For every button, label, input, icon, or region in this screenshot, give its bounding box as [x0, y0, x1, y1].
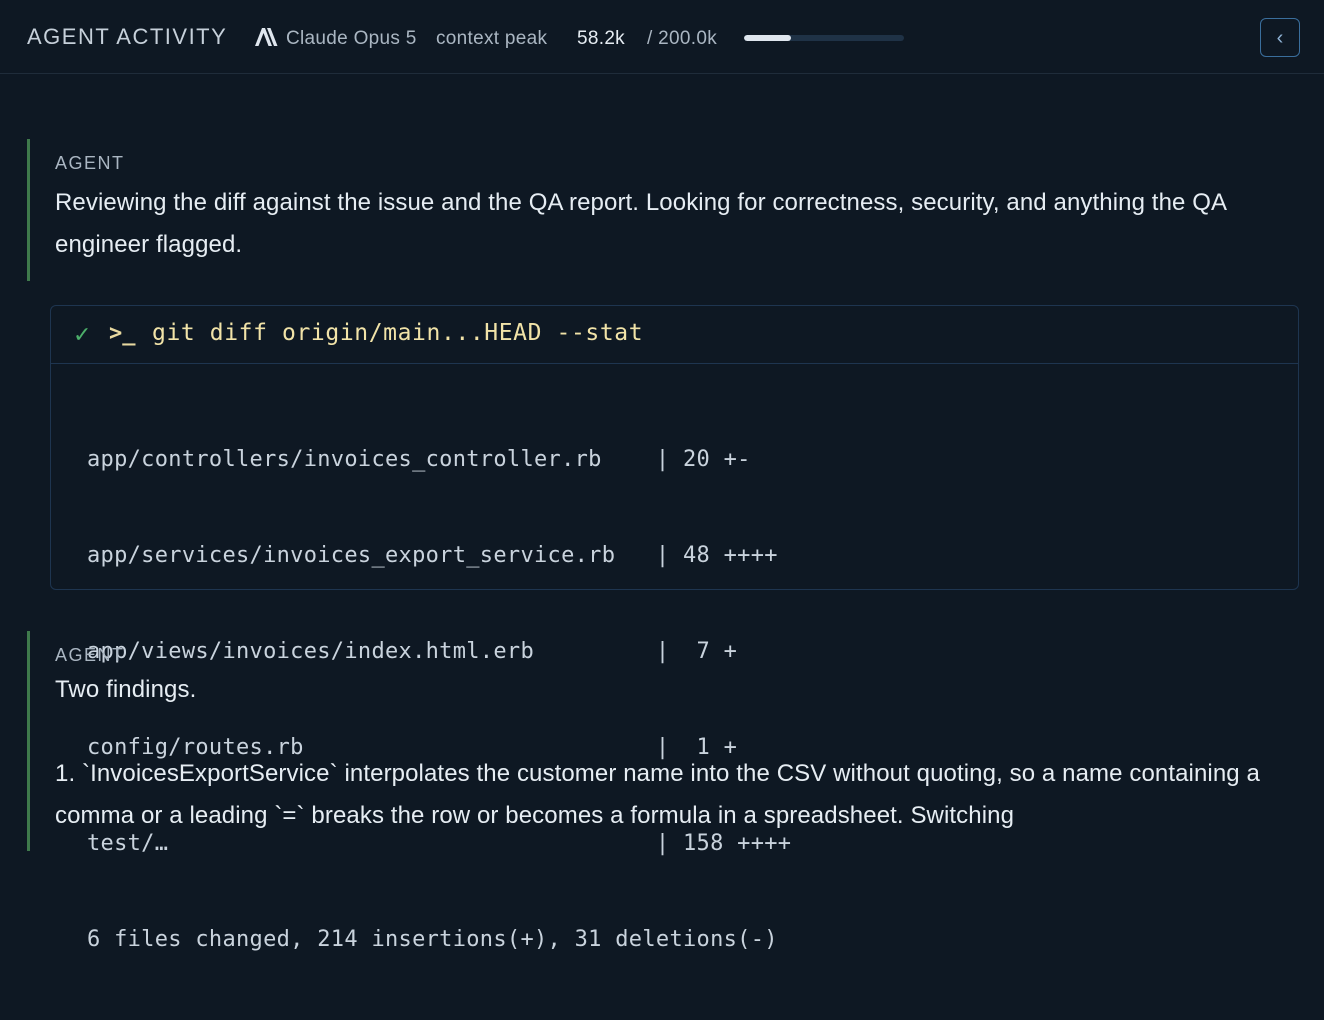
- panel-title: AGENT ACTIVITY: [27, 24, 228, 49]
- context-value: 58.2k: [577, 28, 625, 49]
- tool-call-card[interactable]: ✓ >_ git diff origin/main...HEAD --stat …: [50, 305, 1299, 952]
- message-text: Reviewing the diff against the issue and…: [55, 189, 1226, 258]
- collapse-panel-button[interactable]: ‹: [1260, 18, 1300, 57]
- anthropic-logo-icon: [255, 28, 278, 46]
- agent-message: AGENT Reviewing the diff against the iss…: [27, 139, 1302, 281]
- agent-message: AGENT Two findings. 1. `InvoicesExportSe…: [27, 631, 1302, 851]
- terminal-prompt-icon: >_: [109, 321, 136, 346]
- message-text: 1. `InvoicesExportService` interpolates …: [55, 760, 1260, 829]
- model-name: Claude Opus 5: [286, 28, 417, 49]
- chevron-left-icon: ‹: [1276, 26, 1284, 49]
- context-max: / 200.0k: [647, 28, 718, 49]
- activity-header: AGENT ACTIVITY Claude Opus 5 context pea…: [0, 0, 1324, 74]
- message-role: AGENT: [55, 645, 125, 665]
- message-text: Two findings.: [55, 676, 197, 703]
- check-icon: ✓: [73, 322, 92, 347]
- message-role: AGENT: [55, 153, 125, 173]
- tool-command: git diff origin/main...HEAD --stat: [152, 320, 644, 346]
- output-summary: 6 files changed, 214 insertions(+), 31 d…: [87, 927, 778, 952]
- output-line: app/services/invoices_export_service.rb …: [87, 543, 778, 568]
- context-progress-fill: [744, 35, 791, 41]
- context-progress-bar: [744, 35, 904, 41]
- output-line: app/controllers/invoices_controller.rb |…: [87, 447, 751, 472]
- context-label: context peak: [436, 28, 548, 49]
- tool-call-header[interactable]: ✓ >_ git diff origin/main...HEAD --stat: [51, 306, 1298, 364]
